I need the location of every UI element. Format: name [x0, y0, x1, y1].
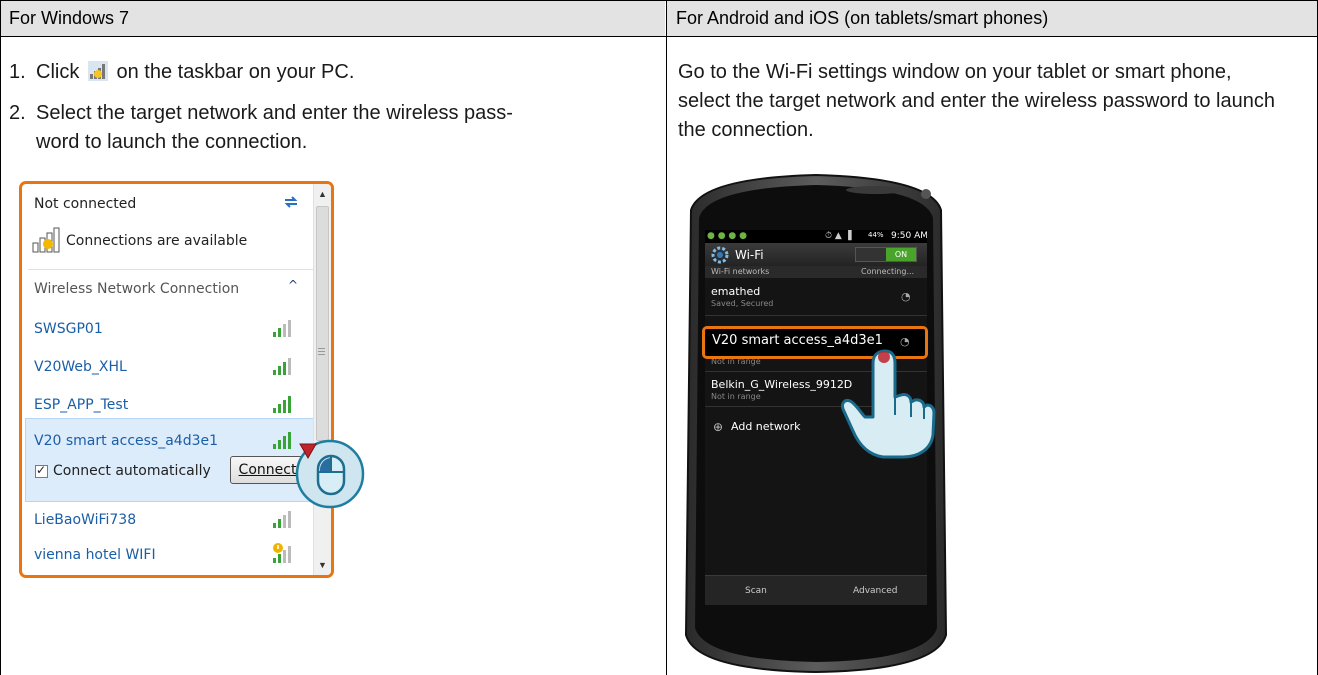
scroll-up-arrow-icon[interactable]: ▲	[318, 190, 327, 199]
network-belkin-sub: Not in range	[711, 392, 761, 401]
header-divider	[0, 36, 1318, 37]
mouse-click-icon	[295, 439, 365, 509]
scan-button[interactable]: Scan	[745, 586, 767, 596]
column-header-windows: For Windows 7	[9, 8, 130, 28]
step-1-text-start: Click	[36, 61, 80, 83]
network-item-v20-smart-access[interactable]: V20 smart access_a4d3e1	[34, 433, 218, 449]
network-item-esp[interactable]: ESP_APP_Test	[34, 397, 128, 413]
connecting-status: Connecting...	[861, 267, 915, 276]
advanced-button[interactable]: Advanced	[853, 586, 897, 596]
network-emathed-sub: Saved, Secured	[711, 299, 774, 308]
signal-strength-icon	[273, 511, 291, 528]
refresh-icon[interactable]	[283, 195, 299, 209]
connect-automatically-label: Connect automatically	[53, 463, 211, 479]
column-header-android: For Android and iOS (on tablets/smart ph…	[676, 8, 1049, 28]
section-heading: Wireless Network Connection	[34, 281, 240, 297]
status-icons: ⏱ ▲ ▐	[825, 231, 852, 241]
step-1-text-end: on the taskbar on your PC.	[116, 61, 355, 83]
wifi-lock-icon: ◔	[901, 290, 911, 303]
connections-available-text: Connections are available	[66, 233, 248, 249]
wifi-title: Wi-Fi	[735, 248, 764, 262]
wifi-toggle[interactable]: ON	[855, 247, 917, 262]
divider	[705, 315, 927, 316]
network-emathed[interactable]: emathed	[711, 285, 760, 298]
step-number: 2.	[9, 102, 26, 124]
tap-hand-icon	[841, 349, 936, 459]
signal-strength-icon	[273, 358, 291, 375]
signal-strength-icon	[273, 320, 291, 337]
clock: 9:50 AM	[891, 231, 927, 241]
table-border-left	[0, 0, 1, 675]
network-tray-icon	[87, 61, 108, 81]
step-2-line-2: word to launch the connection.	[36, 131, 308, 153]
divider	[28, 269, 313, 270]
add-network[interactable]: Add network	[731, 420, 800, 433]
table-border-top	[0, 0, 1318, 1]
notification-icons: ● ● ● ●	[707, 231, 747, 241]
collapse-chevron-icon[interactable]: ^	[288, 278, 298, 292]
signal-strength-warning-icon	[273, 543, 291, 563]
network-item-vienna[interactable]: vienna hotel WIFI	[34, 547, 156, 563]
scrollbar-thumb[interactable]	[316, 206, 329, 441]
battery-level: 44%	[868, 231, 884, 239]
wifi-networks-label: Wi-Fi networks	[711, 267, 770, 276]
android-instruction: Go to the Wi-Fi settings window on your …	[678, 61, 1275, 141]
step-1: 1. Click on the taskbar on your PC.	[9, 58, 649, 88]
connect-automatically-checkbox[interactable]	[35, 463, 48, 478]
step-number: 1.	[9, 61, 26, 83]
connection-status: Not connected	[34, 196, 137, 212]
network-item-swsgp01[interactable]: SWSGP01	[34, 321, 103, 337]
settings-gear-icon	[711, 246, 729, 264]
column-divider	[666, 0, 667, 675]
wireless-flyout-panel: Not connected Connections are available …	[19, 181, 334, 578]
network-belkin[interactable]: Belkin_G_Wireless_9912D	[711, 378, 852, 391]
scroll-down-arrow-icon[interactable]: ▼	[318, 561, 327, 570]
add-network-plus-icon[interactable]: ⊕	[713, 420, 723, 434]
network-item-liebao[interactable]: LieBaoWiFi738	[34, 512, 136, 528]
toggle-on-label: ON	[886, 248, 916, 261]
signal-strength-icon	[273, 396, 291, 413]
step-2: 2. Select the target network and enter t…	[9, 99, 649, 159]
network-item-v20web[interactable]: V20Web_XHL	[34, 359, 127, 375]
flyout-scrollbar[interactable]: ▲ ▼	[313, 184, 331, 575]
network-available-icon	[32, 227, 60, 253]
signal-strength-icon	[273, 432, 291, 449]
step-2-line-1: Select the target network and enter the …	[36, 102, 513, 124]
